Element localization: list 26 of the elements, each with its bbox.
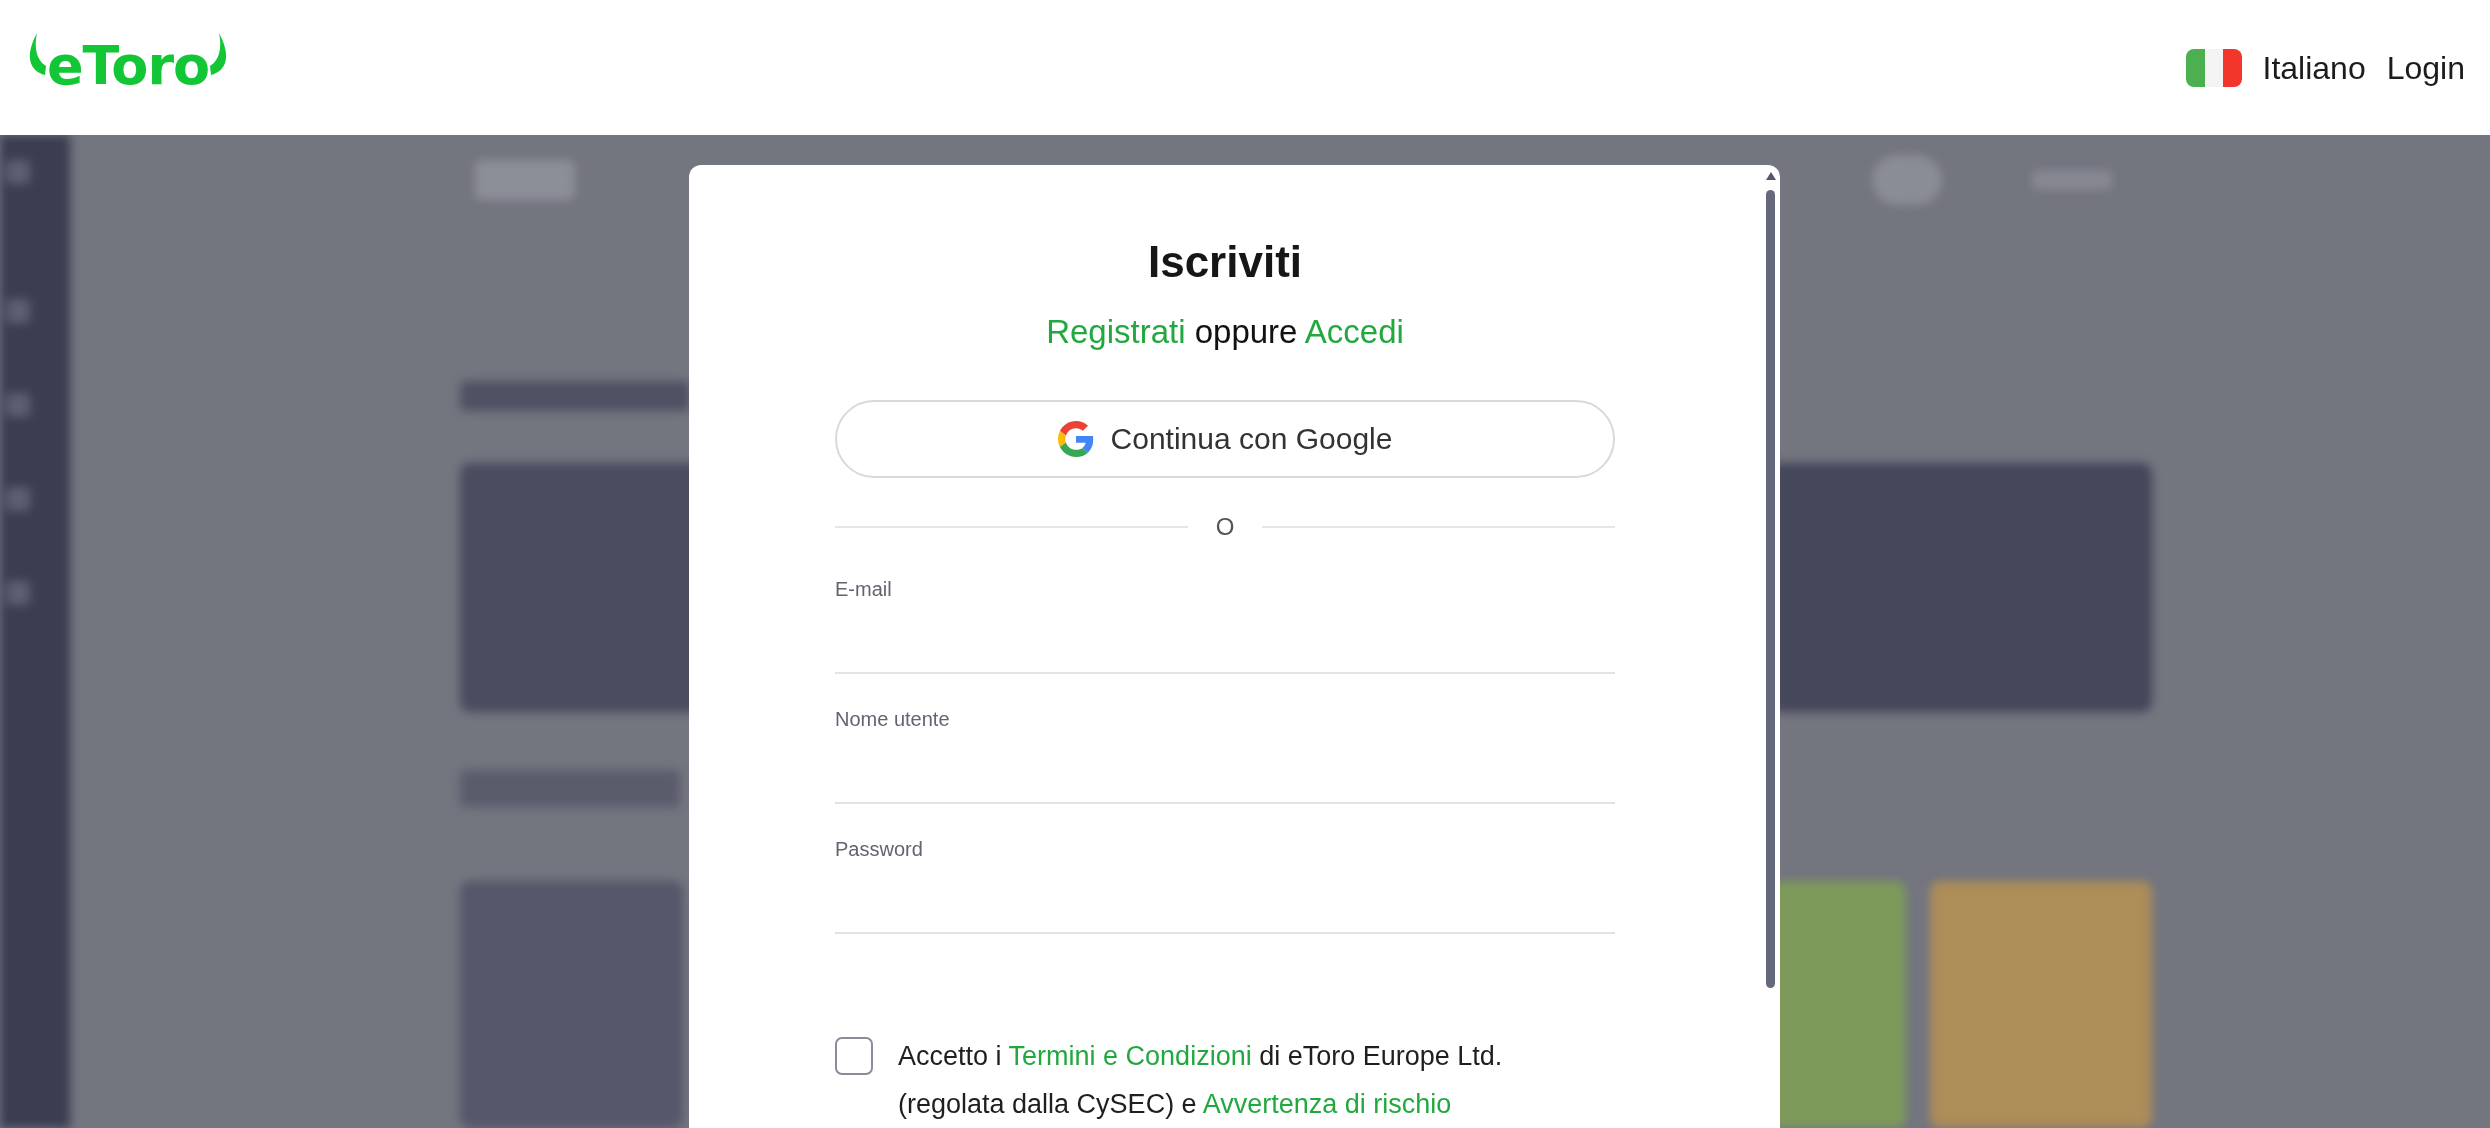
login-link[interactable]: Login xyxy=(2386,47,2465,88)
checkbox[interactable] xyxy=(835,1037,873,1075)
text-link[interactable]: Registrati xyxy=(1046,313,1186,350)
text-link[interactable]: Avvertenza di rischio xyxy=(1202,1089,1452,1119)
blurred-icon xyxy=(6,160,30,184)
consent-text: Accetto i Termini e Condizioni di eToro Europe Ltd. (regolata dalla CySEC) e Avvertenza di rischio xyxy=(898,1040,1503,1121)
blurred-icon xyxy=(1872,155,1942,206)
text-link[interactable]: Accedi xyxy=(1304,313,1404,350)
input-field[interactable]: Nome utente xyxy=(835,707,1615,804)
divider-text: O xyxy=(1215,512,1235,542)
google-icon xyxy=(1057,421,1094,457)
language-button[interactable]: Italiano xyxy=(2262,47,2366,88)
input-field[interactable]: Password xyxy=(835,837,1615,934)
text-link[interactable]: Termini e Condizioni xyxy=(1008,1041,1252,1071)
google-button[interactable]: Continua con Google xyxy=(835,400,1615,478)
blurred-icon xyxy=(6,487,30,511)
dialog-title: Iscriviti xyxy=(1147,236,1303,288)
scrollbar-thumb[interactable] xyxy=(1766,190,1775,988)
flag-icon xyxy=(2185,48,2242,87)
logo-text: eToro xyxy=(47,32,210,99)
input-field[interactable]: E-mail xyxy=(835,577,1615,674)
blurred-icon xyxy=(6,393,30,417)
subtitle-text: Registrati oppure Accedi xyxy=(1046,312,1404,352)
blurred-icon xyxy=(6,299,30,323)
scroll-up-icon[interactable] xyxy=(1765,172,1776,180)
blurred-icon xyxy=(6,581,30,605)
